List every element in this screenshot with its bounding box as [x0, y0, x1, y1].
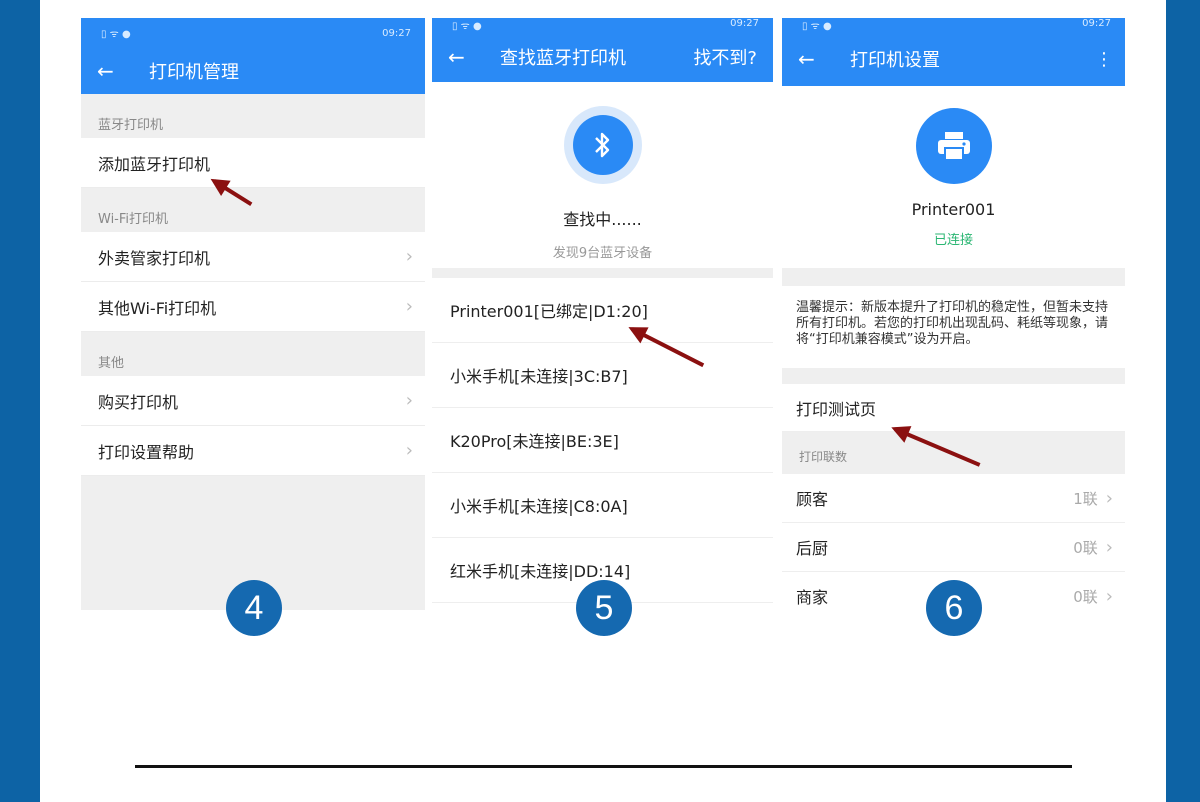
printer-info-panel: Printer001 已连接	[782, 86, 1125, 268]
item-label: 其他Wi-Fi打印机	[98, 298, 217, 318]
bluetooth-halo	[563, 106, 642, 184]
step-badge-5: 5	[576, 580, 632, 636]
buy-printer-item[interactable]: 购买打印机 ›	[81, 376, 425, 426]
status-bar: ▯ ᯤ ● 09:27	[432, 18, 773, 32]
bottom-divider-line	[135, 765, 1072, 768]
page-title: 打印机设置	[850, 50, 940, 71]
item-value: 0联	[1073, 587, 1098, 606]
chevron-right-icon: ›	[405, 440, 413, 461]
back-arrow-icon[interactable]: ←	[798, 47, 824, 71]
status-time: 09:27	[730, 18, 759, 29]
printer-name: Printer001	[911, 200, 996, 219]
step-badge-4: 4	[226, 580, 282, 636]
status-icons: ▯ ᯤ ●	[452, 21, 482, 32]
left-frame-bar	[0, 0, 40, 802]
screen-printer-settings: ▯ ᯤ ● 09:27 ← 打印机设置 ⋮ Printer001 已连接 温馨提…	[782, 18, 1125, 610]
status-time: 09:27	[382, 27, 411, 39]
item-label: 打印测试页	[796, 399, 877, 419]
more-menu-icon[interactable]: ⋮	[1095, 49, 1113, 70]
item-value: 0联	[1073, 538, 1098, 557]
divider	[782, 368, 1125, 384]
status-bar: ▯ ᯤ ● 09:27	[81, 18, 425, 48]
printer-icon	[915, 108, 992, 184]
screen-find-bluetooth-printer: ▯ ᯤ ● 09:27 ← 查找蓝牙打印机 找不到? 查找中...... 发现9…	[432, 18, 773, 610]
screen-printer-management: ▯ ᯤ ● 09:27 ← 打印机管理 蓝牙打印机 添加蓝牙打印机 Wi-Fi打…	[81, 18, 425, 610]
app-bar: ← 查找蓝牙打印机 找不到?	[432, 32, 773, 82]
takeout-printer-item[interactable]: 外卖管家打印机 ›	[81, 232, 425, 282]
app-bar: ← 打印机管理	[81, 48, 425, 94]
status-icons: ▯ ᯤ ●	[101, 29, 131, 40]
print-help-item[interactable]: 打印设置帮助 ›	[81, 426, 425, 476]
searching-text: 查找中......	[563, 210, 642, 229]
section-header-other: 其他	[81, 332, 425, 376]
compatibility-tip: 温馨提示：新版本提升了打印机的稳定性，但暂未支持所有打印机。若您的打印机出现乱码…	[796, 300, 1109, 347]
copies-kitchen-item[interactable]: 后厨 0联 ›	[782, 523, 1125, 572]
chevron-right-icon: ›	[405, 296, 413, 317]
divider	[782, 268, 1125, 286]
app-bar: ← 打印机设置 ⋮	[782, 32, 1125, 86]
cannot-find-button[interactable]: 找不到?	[693, 44, 757, 70]
status-bar: ▯ ᯤ ● 09:27	[782, 18, 1125, 32]
item-value: 1联	[1073, 489, 1098, 508]
bluetooth-icon	[572, 115, 633, 175]
chevron-right-icon: ›	[1105, 487, 1113, 509]
devices-found-text: 发现9台蓝牙设备	[552, 246, 653, 261]
divider	[432, 268, 773, 278]
page-title: 查找蓝牙打印机	[500, 48, 626, 69]
item-label: 后厨	[796, 539, 829, 558]
status-time: 09:27	[1082, 18, 1111, 29]
chevron-right-icon: ›	[405, 246, 413, 267]
other-wifi-printer-item[interactable]: 其他Wi-Fi打印机 ›	[81, 282, 425, 332]
section-header-wifi: Wi-Fi打印机	[81, 188, 425, 232]
right-frame-bar	[1166, 0, 1200, 802]
item-label: 打印设置帮助	[98, 442, 195, 462]
back-arrow-icon[interactable]: ←	[97, 59, 123, 83]
device-item[interactable]: 小米手机[未连接|C8:0A]	[432, 473, 773, 538]
copies-customer-item[interactable]: 顾客 1联 ›	[782, 474, 1125, 523]
step-badge-6: 6	[926, 580, 982, 636]
page-title: 打印机管理	[149, 62, 239, 83]
chevron-right-icon: ›	[1105, 585, 1113, 607]
print-test-page-item[interactable]: 打印测试页	[782, 384, 1125, 432]
chevron-right-icon: ›	[405, 390, 413, 411]
status-icons: ▯ ᯤ ●	[802, 21, 832, 32]
back-arrow-icon[interactable]: ←	[448, 45, 474, 69]
device-item[interactable]: Printer001[已绑定|D1:20]	[432, 278, 773, 343]
item-label: 购买打印机	[98, 392, 179, 412]
device-item[interactable]: 小米手机[未连接|3C:B7]	[432, 343, 773, 408]
section-header-bluetooth: 蓝牙打印机	[81, 94, 425, 138]
connection-status: 已连接	[933, 233, 973, 248]
device-item[interactable]: K20Pro[未连接|BE:3E]	[432, 408, 773, 473]
item-label: 顾客	[796, 490, 829, 509]
chevron-right-icon: ›	[1105, 536, 1113, 558]
search-status-panel: 查找中...... 发现9台蓝牙设备	[432, 82, 773, 268]
item-label: 添加蓝牙打印机	[98, 154, 211, 174]
item-label: 外卖管家打印机	[98, 248, 211, 268]
add-bluetooth-printer-item[interactable]: 添加蓝牙打印机	[81, 138, 425, 188]
